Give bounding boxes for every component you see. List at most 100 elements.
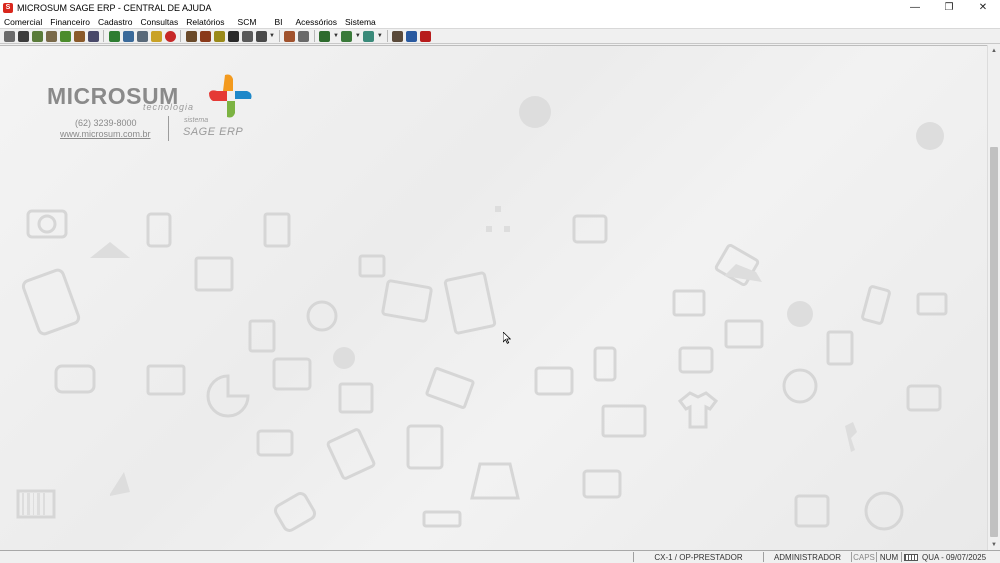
folder-icon[interactable] [122,30,134,42]
target-icon[interactable] [164,30,176,42]
chevron-down-icon[interactable]: ▼ [355,33,361,39]
box-icon[interactable] [31,30,43,42]
briefcase-icon [582,469,622,499]
return-icon[interactable] [319,30,331,42]
menu-scm[interactable]: SCM [229,17,266,27]
wallet-icon [256,429,294,457]
mouse-cursor-icon [503,332,511,344]
menu-sistema[interactable]: Sistema [341,17,380,27]
gift-icon[interactable] [255,30,267,42]
pocket-watch-icon [916,122,944,150]
stack-icon[interactable] [284,30,296,42]
shoe-icon [110,472,130,496]
money-icon[interactable] [59,30,71,42]
logo-divider [168,116,169,141]
scrollbar-thumb[interactable] [990,147,998,537]
calculator-icon[interactable] [213,30,225,42]
status-date-panel: QUA - 09/07/2025 [901,552,988,562]
vertical-scrollbar[interactable]: ▲ ▼ [987,45,1000,550]
checklist-icon[interactable] [341,30,353,42]
money-bag-icon [333,347,355,369]
barcode-icon [43,493,45,515]
status-caps: CAPS [851,552,876,562]
coin-icon [519,96,551,128]
org-chart-icon [495,206,501,212]
box-icon [672,289,706,317]
logo-website: www.microsum.com.br [60,129,151,139]
calendar-icon [794,494,830,528]
maximize-button[interactable]: ❐ [932,0,966,15]
status-bar: CX-1 / OP-PRESTADOR ADMINISTRADOR CAPS N… [0,550,1000,563]
document-icon[interactable] [136,30,148,42]
status-date: QUA - 09/07/2025 [921,552,987,562]
menu-bar: Comercial Financeiro Cadastro Consultas … [0,15,1000,28]
chevron-down-icon[interactable]: ▼ [377,33,383,39]
clock-icon [306,300,338,332]
globe-icon [782,368,818,404]
company-logo: MICROSUM tecnologia (62) 3239-8000 www.m… [47,73,257,153]
coin-icon [787,301,813,327]
document-icon [326,428,376,480]
globe-icon[interactable] [406,30,418,42]
tag-icon [273,492,317,532]
status-num: NUM [876,552,901,562]
menu-cadastro[interactable]: Cadastro [94,17,137,27]
toolbar: ▼ ▼ ▼ ▼ [0,28,1000,44]
monitor-icon [724,319,764,349]
logo-tagline: tecnologia [143,102,195,112]
phone-icon [593,346,617,382]
org-chart-icon [486,226,492,232]
menu-consultas[interactable]: Consultas [136,17,182,27]
laptop-icon [425,367,475,409]
cart-icon[interactable] [17,30,29,42]
phone-icon [861,285,891,325]
menu-comercial[interactable]: Comercial [0,17,46,27]
id-card-icon [534,366,574,396]
calculator-icon [21,268,81,336]
exit-icon[interactable] [420,30,432,42]
keyboard-icon [903,553,918,561]
scroll-up-icon[interactable]: ▲ [988,45,1000,56]
app-icon: S [3,2,13,13]
minimize-button[interactable]: — [898,0,932,15]
barcode-icon[interactable] [227,30,239,42]
ledger-icon[interactable] [45,30,57,42]
network-icon[interactable] [241,30,253,42]
document-icon [443,271,497,335]
org-chart-icon [504,226,510,232]
browser-icon [601,404,647,438]
tag-icon [54,364,96,394]
refresh-icon[interactable] [87,30,99,42]
book-icon[interactable] [108,30,120,42]
barcode-icon [33,493,34,515]
barcode-icon [22,493,24,515]
close-button[interactable]: ✕ [966,0,1000,15]
stamp-icon[interactable] [73,30,85,42]
menu-relatorios[interactable]: Relatórios [182,17,228,27]
barcode-icon [27,493,30,515]
handshake-icon[interactable] [185,30,197,42]
logo-product: SAGE ERP [183,126,244,138]
printer-icon[interactable] [3,30,15,42]
notes-icon[interactable] [363,30,375,42]
menu-acessorios[interactable]: Acessórios [291,17,341,27]
toolbar-separator [386,30,388,42]
gears-icon[interactable] [199,30,211,42]
chevron-down-icon[interactable]: ▼ [269,33,275,39]
status-user: ADMINISTRADOR [763,552,851,562]
menu-bi[interactable]: BI [265,17,291,27]
chart-icon [146,364,186,396]
report-icon[interactable] [298,30,310,42]
chevron-down-icon[interactable]: ▼ [333,33,339,39]
briefcase-icon[interactable] [392,30,404,42]
coins-icon[interactable] [150,30,162,42]
toolbar-separator [103,30,104,42]
scroll-down-icon[interactable]: ▼ [988,539,1000,550]
cart-icon [916,292,948,316]
workspace: MICROSUM tecnologia (62) 3239-8000 www.m… [0,45,987,551]
status-message [0,552,633,562]
cash-register-icon [194,256,234,292]
status-cashier: CX-1 / OP-PRESTADOR [633,552,763,562]
toolbar-separator [180,30,181,42]
menu-financeiro[interactable]: Financeiro [46,17,94,27]
